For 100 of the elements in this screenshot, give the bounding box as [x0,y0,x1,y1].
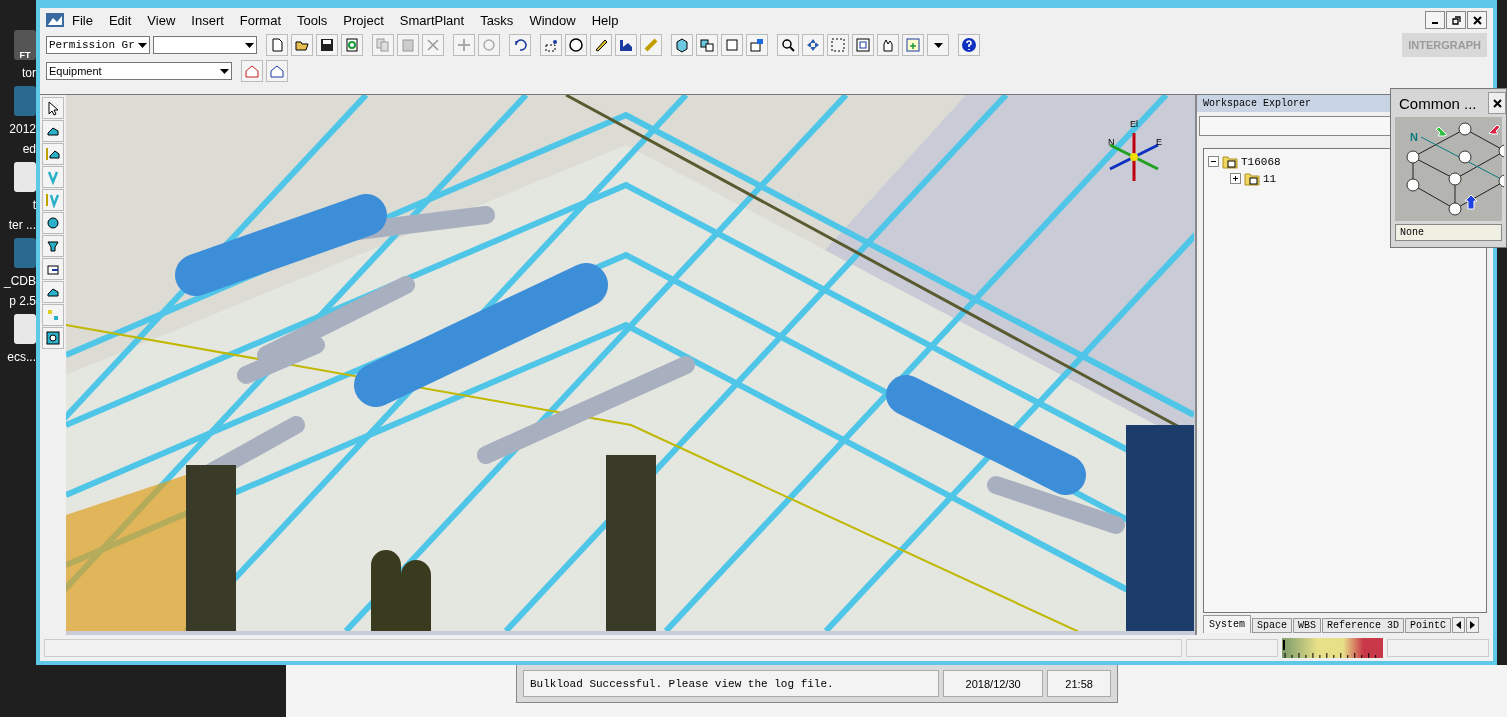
expand-toggle[interactable] [1230,173,1241,184]
right-arrow-icon [1470,621,1476,629]
toolbar-button[interactable] [777,34,799,56]
tree-item-label[interactable]: T16068 [1241,155,1281,168]
refresh-icon [344,37,360,53]
status-time: 21:58 [1047,670,1111,697]
new-document-icon [269,37,285,53]
view-name-field: None [1395,224,1502,241]
tab[interactable]: WBS [1293,618,1322,633]
help-icon [961,37,977,53]
shape-icon [45,169,61,185]
restore-button[interactable] [1446,11,1466,29]
toolbar-button[interactable] [696,34,718,56]
window-title: Common ... [1398,94,1478,112]
toolbar-button[interactable] [316,34,338,56]
compass-label: N [1108,137,1115,147]
undo-icon [512,37,528,53]
locate-filter-dropdown[interactable]: Equipment [46,62,232,80]
menu-item[interactable]: Help [583,12,627,28]
tab[interactable]: Reference 3D [1322,618,1405,633]
close-button[interactable] [1488,92,1506,114]
cubes-icon [699,37,715,53]
desktop-icon-label[interactable]: ecs... [7,350,36,364]
permission-group-dropdown[interactable]: Permission Gr [46,36,150,54]
tool-button[interactable] [42,235,64,257]
menu-item[interactable]: Tasks [472,12,522,28]
menu-item[interactable]: Format [231,12,289,28]
tab[interactable]: Space [1252,618,1293,633]
tool-button[interactable] [42,143,64,165]
app-icon [46,13,64,27]
pan-icon [805,37,821,53]
help-button[interactable] [958,34,980,56]
save-icon [319,37,335,53]
desktop-icon-label[interactable]: p 2.5 [9,294,36,308]
tool-button[interactable] [42,120,64,142]
desktop-icon-label[interactable]: tor [22,66,36,80]
menu-item[interactable]: Tools [289,12,336,28]
logo: INTERGRAPH [1402,33,1487,57]
desktop-icon-label[interactable]: t [32,198,36,212]
house-select-icon [244,63,260,79]
tool-button[interactable] [42,212,64,234]
tool-button[interactable] [42,258,64,280]
more-button[interactable] [927,34,949,56]
zoom-area-icon [830,37,846,53]
scroll-left-button[interactable] [1452,617,1466,633]
toolbar-button[interactable] [509,34,531,56]
menu-item[interactable]: SmartPlant [391,12,473,28]
menu-item[interactable]: Project [335,12,392,28]
left-arrow-icon [1456,621,1462,629]
folder-icon [1222,154,1238,169]
box-icon [724,37,740,53]
menu-item[interactable]: Insert [183,12,232,28]
dropdown-arrow-icon [933,42,943,48]
status-message: Bulkload Successful. Please view the log file. [523,670,940,697]
cube-icon [674,37,690,53]
desktop-icon-label[interactable]: ter ... [8,218,36,232]
tool-button[interactable] [42,281,64,303]
paste-icon [400,37,416,53]
desktop-icon-label[interactable]: ed [22,142,36,156]
north-label: N [1410,131,1418,143]
fit-icon [855,37,871,53]
scroll-right-button[interactable] [1466,617,1480,633]
close-button[interactable] [1467,11,1487,29]
delete-icon [425,37,441,53]
tree-item-label[interactable]: 11 [1263,172,1277,185]
toolbar-button[interactable] [565,34,587,56]
shape-ruler-icon [45,192,61,208]
status-date: 2018/12/30 [943,670,1044,697]
toolbar-button[interactable] [615,34,637,56]
expand-toggle[interactable] [1208,156,1219,167]
tool-button[interactable] [42,97,64,119]
toolbar-button[interactable] [877,34,899,56]
copy-icon [375,37,391,53]
menu-item[interactable]: Edit [100,12,140,28]
minimize-button[interactable] [1425,11,1445,29]
desktop-icon-label[interactable]: _CDB [4,274,36,288]
menu-item[interactable]: View [139,12,184,28]
tab[interactable]: PointC [1405,618,1452,633]
dropdown-arrow-icon [137,42,147,48]
toolbar-button[interactable] [671,34,693,56]
pencil-icon [593,37,609,53]
toolbar-button[interactable] [291,34,313,56]
toolbar-button[interactable] [540,34,562,56]
tab[interactable]: System [1203,615,1251,633]
toolbar-button[interactable] [590,34,612,56]
menu-item[interactable]: Window [521,12,584,28]
menu-item[interactable]: File [64,12,101,28]
house-select-icon [269,63,285,79]
desktop-icon-label[interactable]: 2012 [9,122,36,136]
select-box-icon [905,37,921,53]
close-icon [1472,15,1482,25]
tool-button[interactable] [42,327,64,349]
shortcut-icon[interactable]: FT [14,30,36,60]
layers-icon [749,37,765,53]
dropdown-arrow-icon [244,42,254,48]
dropdown[interactable] [153,36,257,54]
folder-icon [1244,171,1260,186]
restore-icon [1451,15,1461,25]
zoom-icon [780,37,796,53]
compass-label: El [1130,119,1138,129]
